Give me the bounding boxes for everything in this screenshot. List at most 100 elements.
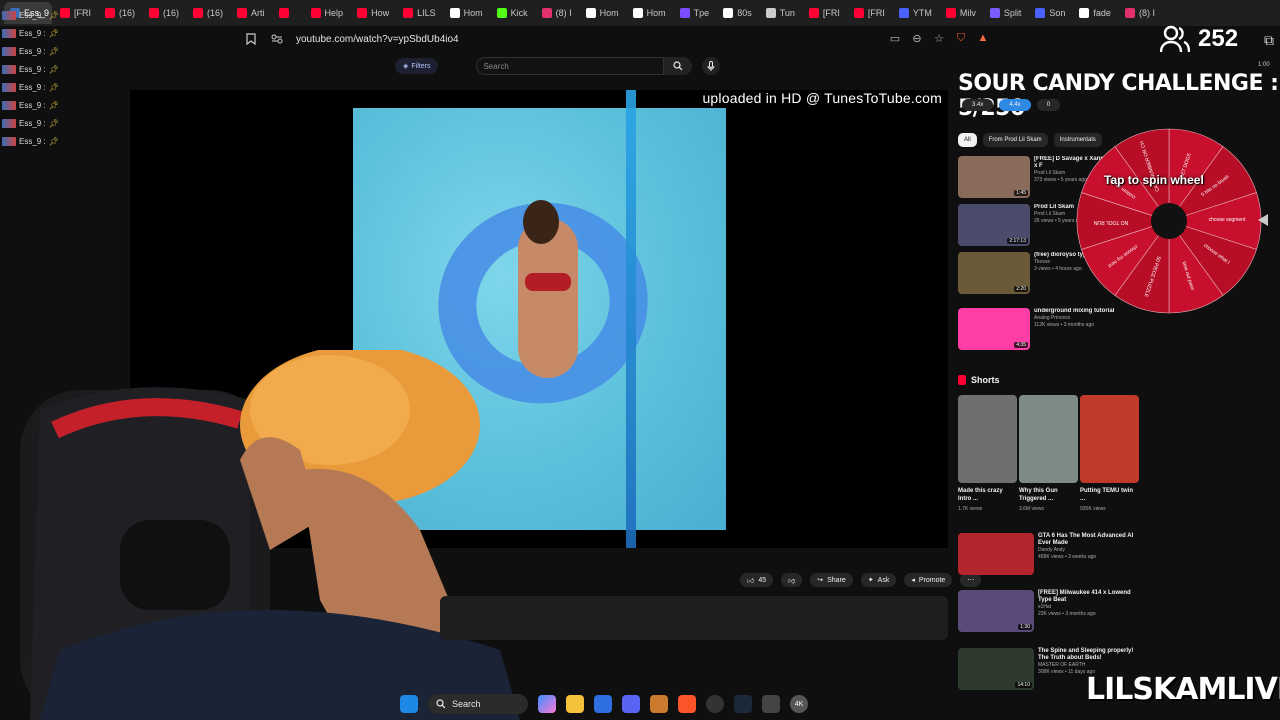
short-video[interactable]: Made this crazy Intro ... 1.7K views (958, 395, 1017, 512)
speed-chip[interactable]: 0 (1036, 99, 1061, 111)
browser-tab[interactable]: (8) I (536, 2, 578, 24)
browser-tab[interactable]: [FRI (803, 2, 846, 24)
app-icon-2[interactable] (762, 695, 780, 713)
description-box[interactable] (440, 596, 948, 640)
browser-tab[interactable]: Tpe (674, 2, 716, 24)
side-list-item[interactable]: Ess_9 : 📌︎ (2, 6, 72, 24)
recommended-video[interactable]: GTA 6 Has The Most Advanced AI Ever Made… (958, 533, 1138, 577)
share-button[interactable]: ↪ Share (810, 573, 853, 587)
side-list-item[interactable]: Ess_9 : 📌︎ (2, 78, 72, 96)
speed-chip[interactable]: 4.4x (999, 99, 1031, 111)
4k-video-icon[interactable]: 4K (790, 695, 808, 713)
short-thumbnail[interactable] (1019, 395, 1078, 483)
browser-tab[interactable] (273, 2, 303, 24)
video-thumbnail[interactable]: 1:30 (958, 590, 1034, 632)
browser-tab[interactable]: Hom (444, 2, 489, 24)
video-thumbnail[interactable]: 2:20 (958, 252, 1030, 294)
site-info-icon[interactable] (270, 32, 284, 46)
url-text[interactable]: youtube.com/watch?v=ypSbdUb4io4 (296, 34, 459, 45)
short-thumbnail[interactable] (1080, 395, 1139, 483)
short-title[interactable]: Why this Gun Triggered ... (1019, 487, 1078, 503)
browser-tab[interactable]: Arti (231, 2, 271, 24)
star-icon[interactable]: ☆ (932, 31, 946, 45)
browser-tab[interactable]: Milv (940, 2, 982, 24)
spin-wheel[interactable]: LET DOGS 5 hits no brush choose segment cho… (1075, 127, 1263, 315)
short-title[interactable]: Putting TEMU twin ... (1080, 487, 1139, 503)
browser-tab[interactable]: How (351, 2, 395, 24)
video-title[interactable]: [FREE] Milwaukee 414 x Lowend Type Beat (1038, 590, 1134, 604)
brave-browser-icon[interactable] (678, 695, 696, 713)
like-button[interactable]: 👍︎ 45 (740, 573, 774, 587)
browser-tab[interactable]: (16) (187, 2, 229, 24)
zoom-icon[interactable]: ⊖ (910, 31, 924, 45)
browser-tab[interactable]: 80s (717, 2, 758, 24)
video-title[interactable]: The Spine and Sleeping properly! The Tru… (1038, 648, 1134, 662)
ask-button[interactable]: ✦ Ask (860, 573, 897, 587)
browser-tab[interactable]: Tun (760, 2, 801, 24)
channel-name[interactable]: MASTER OF EARTH (1038, 662, 1134, 669)
browser-tab[interactable]: (16) (99, 2, 141, 24)
browser-tab[interactable]: Kick (491, 2, 534, 24)
video-thumbnail[interactable]: 1:45 (958, 156, 1030, 198)
recommended-video[interactable]: 1:30 [FREE] Milwaukee 414 x Lowend Type B… (958, 590, 1138, 634)
dislike-button[interactable]: 👎︎ (781, 573, 803, 587)
windows-start-icon[interactable] (400, 695, 418, 713)
short-video[interactable]: Why this Gun Triggered ... 3.6M views (1019, 395, 1078, 512)
search-button[interactable] (664, 57, 693, 75)
browser-tab[interactable]: fade (1073, 2, 1117, 24)
browser-tab[interactable]: Help (305, 2, 350, 24)
channel-name[interactable]: x1Hat (1038, 604, 1134, 611)
video-title[interactable]: GTA 6 Has The Most Advanced AI Ever Made (1038, 533, 1134, 547)
short-title[interactable]: Made this crazy Intro ... (958, 487, 1017, 503)
side-list-item[interactable]: Ess_9 : 📌︎ (2, 60, 72, 78)
side-list-item[interactable]: Ess_9 : 📌︎ (2, 96, 72, 114)
speed-chip[interactable]: 3.4x (962, 99, 994, 111)
steam-icon[interactable] (734, 695, 752, 713)
file-explorer-icon[interactable] (566, 695, 584, 713)
promote-button[interactable]: ◂ Promote (904, 573, 953, 587)
viewer-count: 252 (1198, 25, 1239, 52)
browser-tab[interactable]: LILS (397, 2, 442, 24)
channel-name[interactable]: Analog Princess (1034, 315, 1134, 322)
store-icon[interactable] (594, 695, 612, 713)
side-list-item[interactable]: Ess_9 : 📌︎ (2, 114, 72, 132)
browser-tab[interactable]: (8) I (1119, 2, 1161, 24)
channel-name[interactable]: Dandy Andy (1038, 547, 1134, 554)
browser-tab[interactable]: Split (984, 2, 1028, 24)
side-list-item[interactable]: Ess_9 : 📌︎ (2, 42, 72, 60)
rewards-icon[interactable]: ▲ (976, 31, 990, 45)
brave-shield-icon[interactable]: ⛉ (954, 31, 968, 45)
browser-tab[interactable]: YTM (893, 2, 938, 24)
cast-icon[interactable]: ▭ (888, 31, 902, 45)
folder-icon (2, 10, 16, 20)
bookmark-icon[interactable] (244, 32, 258, 46)
short-video[interactable]: Putting TEMU twin ... 935K views (1080, 395, 1139, 512)
extensions-icon[interactable]: ⧉ (1264, 32, 1274, 49)
app-icon[interactable] (650, 695, 668, 713)
copilot-icon[interactable] (538, 695, 556, 713)
side-list-item[interactable]: Ess_9 : 📌︎ (2, 132, 72, 150)
obs-icon[interactable] (706, 695, 724, 713)
browser-tab[interactable]: (16) (143, 2, 185, 24)
filter-chip[interactable]: All (958, 133, 977, 147)
video-thumbnail[interactable] (958, 533, 1034, 575)
filters-button[interactable]: ◈ Filters (395, 58, 439, 74)
spin-wheel-label[interactable]: Tap to spin wheel (1104, 173, 1204, 187)
browser-tab[interactable]: Hom (580, 2, 625, 24)
browser-tab[interactable]: Hom (627, 2, 672, 24)
short-thumbnail[interactable] (958, 395, 1017, 483)
filter-chip[interactable]: From Prod Lil Skam (982, 133, 1048, 147)
wheel-hub[interactable] (1151, 203, 1187, 239)
video-thumbnail[interactable]: 14:10 (958, 648, 1034, 690)
video-thumbnail[interactable]: 4:35 (958, 308, 1030, 350)
browser-tab[interactable]: [FRI (848, 2, 891, 24)
taskbar-search[interactable]: Search (428, 694, 528, 714)
video-thumbnail[interactable]: 2:17:13 (958, 204, 1030, 246)
voice-search-button[interactable] (702, 57, 721, 75)
share-icon: ↪ (817, 577, 824, 584)
browser-tab[interactable]: Son (1029, 2, 1071, 24)
side-list-item[interactable]: Ess_9 : 📌︎ (2, 24, 72, 42)
search-input[interactable]: Search (476, 57, 665, 75)
discord-icon[interactable] (622, 695, 640, 713)
address-bar[interactable]: youtube.com/watch?v=ypSbdUb4io4 ▭ ⊖ ☆ ⛉ … (230, 28, 990, 50)
